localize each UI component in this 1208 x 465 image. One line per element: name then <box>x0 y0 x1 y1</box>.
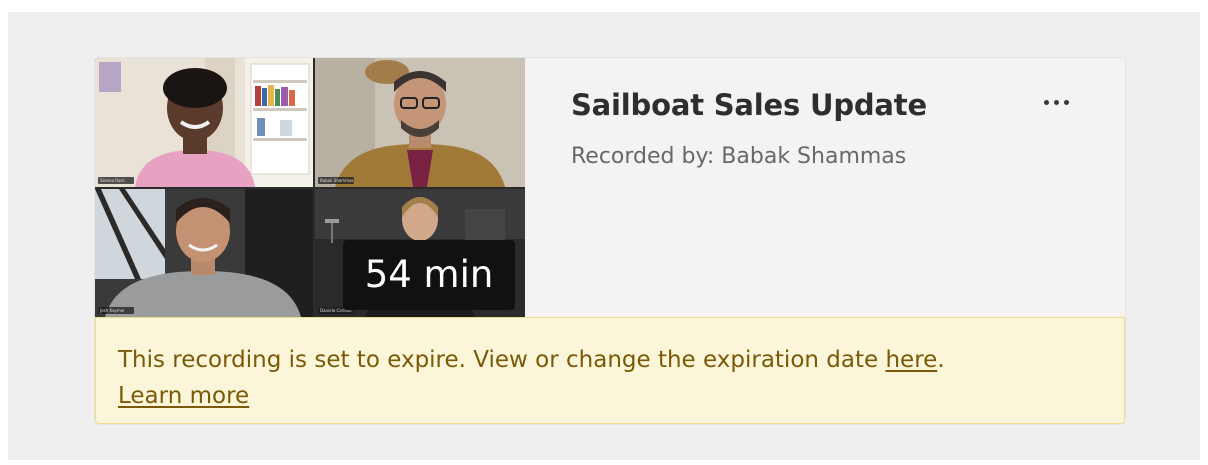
learn-more-link[interactable]: Learn more <box>118 383 249 409</box>
participant-name-tag: Serena Ross <box>98 177 134 184</box>
participant-video-image <box>95 58 313 187</box>
expiration-here-link[interactable]: here <box>885 347 937 373</box>
expiration-message: This recording is set to expire. View or… <box>118 342 945 414</box>
participant-name-tag: Babak Shammas <box>318 177 354 184</box>
recording-title[interactable]: Sailboat Sales Update <box>571 88 927 122</box>
participant-video-tile: Babak Shammas <box>315 58 525 187</box>
more-horizontal-icon <box>1063 99 1069 105</box>
expiration-banner: This recording is set to expire. View or… <box>95 317 1125 424</box>
participant-video-tile: Josh Kaymer <box>95 189 313 317</box>
participant-video-image <box>315 58 525 187</box>
participant-name-tag: Josh Kaymer <box>98 307 134 314</box>
page-background: Serena Ross Babak Shammas Josh Kaymer Da… <box>8 12 1200 460</box>
recorded-by-label: Recorded by: Babak Shammas <box>571 144 907 169</box>
expiration-message-period: . <box>937 347 945 373</box>
expiration-message-text: This recording is set to expire. View or… <box>118 347 886 373</box>
duration-badge: 54 min <box>343 240 515 310</box>
more-options-button[interactable] <box>1035 84 1077 120</box>
more-horizontal-icon <box>1043 99 1049 105</box>
more-horizontal-icon <box>1053 99 1059 105</box>
participant-video-image <box>95 189 313 317</box>
recording-thumbnail[interactable]: Serena Ross Babak Shammas Josh Kaymer Da… <box>95 58 525 317</box>
participant-video-tile: Serena Ross <box>95 58 313 187</box>
recording-card[interactable]: Serena Ross Babak Shammas Josh Kaymer Da… <box>95 58 1125 424</box>
